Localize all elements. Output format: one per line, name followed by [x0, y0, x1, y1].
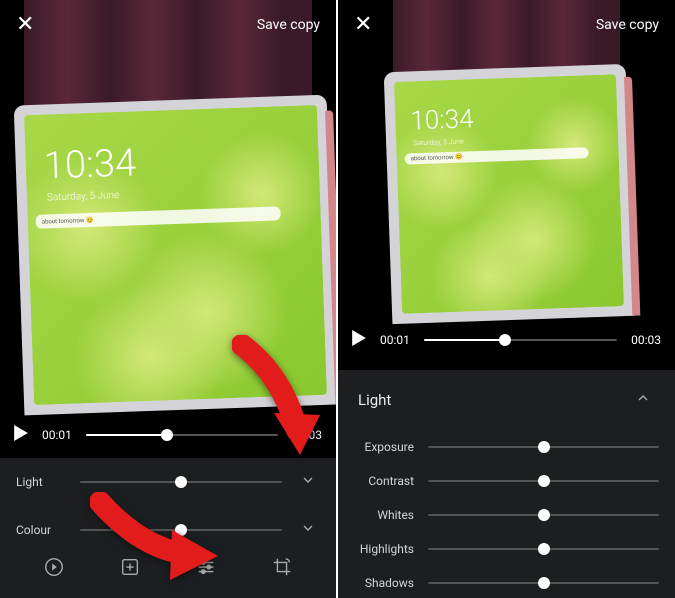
light-collapse-chevron[interactable]: [631, 386, 655, 414]
whites-label: Whites: [354, 508, 414, 522]
light-section-title: Light: [358, 391, 391, 409]
exposure-row: Exposure: [338, 430, 675, 464]
contrast-row: Contrast: [338, 464, 675, 498]
device-clock-date: Saturday, 5 June: [413, 138, 464, 148]
colour-slider[interactable]: [80, 529, 282, 531]
whites-row: Whites: [338, 498, 675, 532]
play-button[interactable]: [14, 425, 28, 445]
close-button[interactable]: ✕: [354, 12, 372, 37]
video-preview: 10:34 Saturday, 5 June about tomorrow 😊: [24, 0, 312, 400]
bottom-nav: [0, 548, 336, 590]
exposure-label: Exposure: [354, 440, 414, 454]
exposure-slider[interactable]: [428, 446, 659, 448]
video-tab-icon[interactable]: [43, 556, 65, 582]
screen-left: 10:34 Saturday, 5 June about tomorrow 😊 …: [0, 0, 336, 598]
play-button[interactable]: [352, 330, 366, 350]
contrast-slider[interactable]: [428, 480, 659, 482]
device-clock-time: 10:34: [410, 104, 474, 136]
device-clock-date: Saturday, 5 June: [47, 190, 120, 204]
highlights-slider[interactable]: [428, 548, 659, 550]
seek-slider[interactable]: [86, 434, 278, 436]
highlights-label: Highlights: [354, 542, 414, 556]
light-panel: Light Exposure Contrast Whites Highlight…: [338, 370, 675, 598]
colour-label: Colour: [16, 523, 66, 537]
highlights-row: Highlights: [338, 532, 675, 566]
contrast-label: Contrast: [354, 474, 414, 488]
seek-slider[interactable]: [424, 339, 617, 341]
light-slider[interactable]: [80, 481, 282, 483]
shadows-row: Shadows: [338, 566, 675, 598]
time-total: 00:03: [631, 333, 661, 347]
adjust-panel: Light Colour: [0, 458, 336, 598]
save-copy-button[interactable]: Save copy: [596, 17, 659, 33]
save-copy-button[interactable]: Save copy: [257, 17, 320, 33]
time-current: 00:01: [380, 333, 410, 347]
playback-bar: 00:01 00:03: [338, 330, 675, 350]
screen-right: 10:34 Saturday, 5 June about tomorrow 😊 …: [338, 0, 675, 598]
whites-slider[interactable]: [428, 514, 659, 516]
light-expand-chevron[interactable]: [296, 468, 320, 496]
light-label: Light: [16, 475, 66, 489]
light-row: Light: [0, 458, 336, 506]
playback-bar: 00:01 00:03: [0, 425, 336, 445]
colour-row: Colour: [0, 506, 336, 554]
crop-tab-icon[interactable]: [271, 556, 293, 582]
time-total: 00:03: [292, 428, 322, 442]
adjust-tab-icon[interactable]: [195, 556, 217, 582]
time-current: 00:01: [42, 428, 72, 442]
notification-banner: about tomorrow 😊: [36, 206, 281, 229]
device-clock-time: 10:34: [43, 141, 137, 188]
close-button[interactable]: ✕: [16, 12, 34, 37]
notification-banner: about tomorrow 😊: [405, 147, 589, 164]
enhance-tab-icon[interactable]: [119, 556, 141, 582]
shadows-slider[interactable]: [428, 582, 659, 584]
shadows-label: Shadows: [354, 576, 414, 590]
colour-expand-chevron[interactable]: [296, 516, 320, 544]
